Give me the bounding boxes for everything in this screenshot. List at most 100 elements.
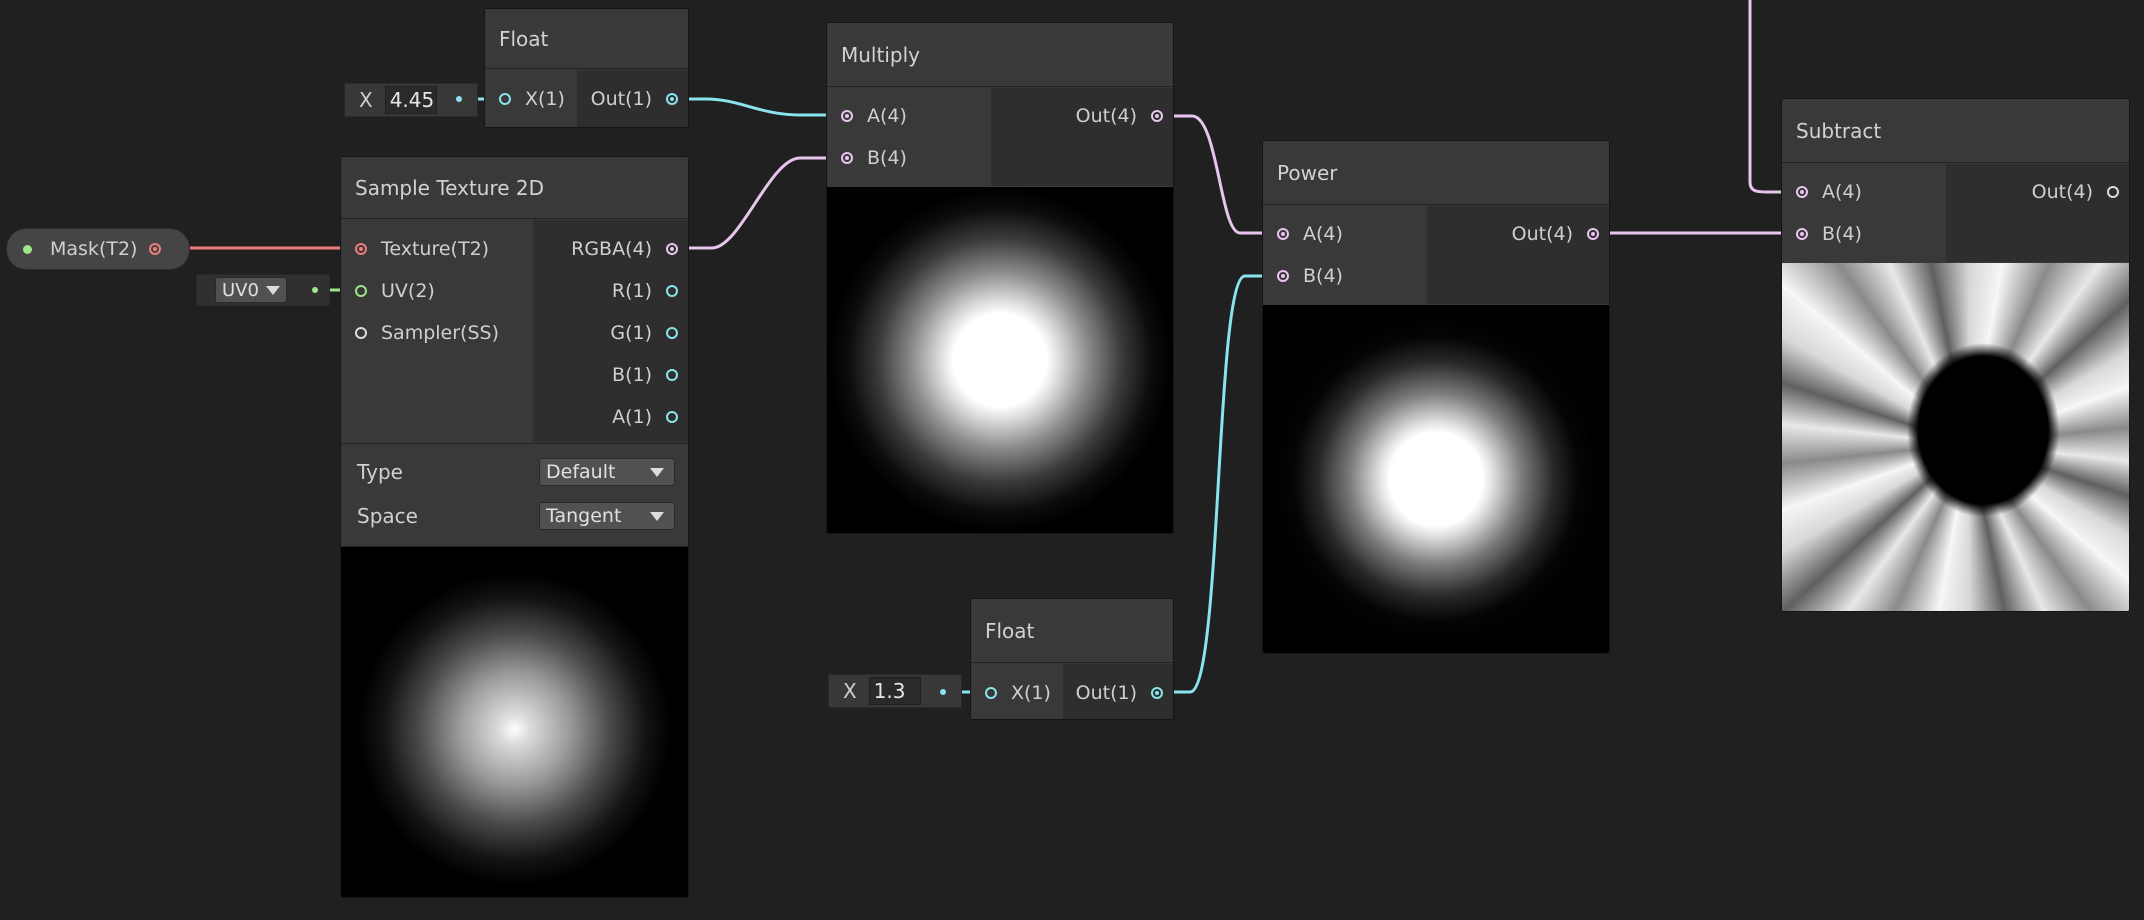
port-label: X(1): [1011, 682, 1051, 704]
output-port-out[interactable]: Out(4): [1511, 213, 1609, 255]
uv-field-connector-dot: [312, 287, 318, 293]
power-preview: [1263, 305, 1609, 653]
node-title: Multiply: [827, 23, 1173, 87]
port-dot: [666, 411, 678, 423]
output-column: Out(1): [1063, 664, 1173, 719]
input-port-uv[interactable]: UV(2): [341, 270, 435, 312]
port-label: UV(2): [381, 280, 435, 302]
port-dot: [666, 243, 678, 255]
space-value: Tangent: [546, 505, 622, 527]
space-label: Space: [357, 504, 418, 528]
x-value-input[interactable]: 1.3: [868, 677, 921, 705]
port-dot: [1151, 110, 1163, 122]
port-label: B(4): [1303, 265, 1343, 287]
type-value: Default: [546, 461, 616, 483]
chevron-down-icon: [266, 286, 280, 295]
port-label: Out(4): [1075, 105, 1137, 127]
input-port-a[interactable]: A(4): [827, 95, 907, 137]
port-label: B(1): [612, 364, 652, 386]
input-port-b[interactable]: B(4): [827, 137, 907, 179]
port-dot: [666, 285, 678, 297]
port-dot: [985, 687, 997, 699]
input-column: A(4) B(4): [827, 88, 991, 186]
wire-rgba-to-multiply-b[interactable]: [667, 156, 846, 250]
texture-preview: [341, 547, 688, 897]
port-dot: [499, 93, 511, 105]
output-port-r[interactable]: R(1): [611, 270, 688, 312]
wire-float-to-multiply-a[interactable]: [667, 97, 846, 117]
output-port-b[interactable]: B(1): [612, 354, 688, 396]
output-port-out[interactable]: Out(4): [1075, 95, 1173, 137]
output-port-out[interactable]: Out(4): [2032, 171, 2129, 213]
input-port-a[interactable]: A(4): [1263, 213, 1343, 255]
port-label: A(4): [867, 105, 907, 127]
port-dot: [355, 243, 367, 255]
chevron-down-icon: [650, 468, 664, 477]
input-port-b[interactable]: B(4): [1782, 213, 1862, 255]
float-node-top[interactable]: Float X(1) Out(1): [484, 8, 689, 128]
property-label: Mask(T2): [50, 238, 138, 260]
port-dot: [355, 285, 367, 297]
port-dot: [1796, 228, 1808, 240]
output-column: Out(4): [1946, 164, 2129, 262]
type-dropdown[interactable]: Default: [539, 458, 675, 486]
node-title: Sample Texture 2D: [341, 157, 688, 219]
input-column: X(1): [971, 664, 1063, 719]
chevron-down-icon: [650, 512, 664, 521]
port-dot: [2107, 186, 2119, 198]
port-label: A(4): [1303, 223, 1343, 245]
port-label: Sampler(SS): [381, 322, 499, 344]
float-bottom-field-dot: [940, 689, 946, 695]
subtract-node[interactable]: Subtract A(4) B(4) Out(4): [1781, 98, 2130, 612]
output-port-a[interactable]: A(1): [612, 396, 688, 438]
subtract-preview: [1782, 263, 2129, 611]
port-label: RGBA(4): [571, 238, 652, 260]
port-dot: [355, 327, 367, 339]
output-column: Out(4): [991, 88, 1173, 186]
uv-channel-dropdown[interactable]: UV0: [215, 277, 287, 303]
output-port-rgba[interactable]: RGBA(4): [571, 228, 688, 270]
x-value-input[interactable]: 4.45: [384, 86, 437, 114]
port-dot: [841, 152, 853, 164]
port-dot: [841, 110, 853, 122]
float-node-bottom[interactable]: Float X(1) Out(1): [970, 598, 1174, 720]
input-port-x[interactable]: X(1): [485, 78, 565, 120]
x-label: X: [843, 679, 857, 703]
port-dot: [666, 369, 678, 381]
uv-channel-value: UV0: [222, 279, 259, 301]
input-port-texture[interactable]: Texture(T2): [341, 228, 489, 270]
input-column: Texture(T2) UV(2) Sampler(SS): [341, 220, 533, 442]
space-dropdown[interactable]: Tangent: [539, 502, 675, 530]
input-port-x[interactable]: X(1): [971, 672, 1051, 714]
input-port-sampler[interactable]: Sampler(SS): [341, 312, 499, 354]
sample-texture-2d-node[interactable]: Sample Texture 2D Texture(T2) UV(2) Samp…: [340, 156, 689, 898]
output-column: Out(4): [1427, 206, 1609, 304]
port-label: X(1): [525, 88, 565, 110]
mask-property-node[interactable]: Mask(T2): [6, 228, 190, 270]
x-label: X: [359, 88, 373, 112]
output-column: Out(1): [577, 70, 688, 127]
uv-inline-field: UV0: [196, 274, 330, 306]
port-dot: [1587, 228, 1599, 240]
input-column: A(4) B(4): [1782, 164, 1946, 262]
node-title: Float: [485, 9, 688, 69]
input-port-a[interactable]: A(4): [1782, 171, 1862, 213]
output-port-g[interactable]: G(1): [610, 312, 688, 354]
output-port-out[interactable]: Out(1): [590, 78, 688, 120]
property-output-port[interactable]: [149, 243, 162, 255]
port-label: A(1): [612, 406, 652, 428]
input-port-b[interactable]: B(4): [1263, 255, 1343, 297]
multiply-preview: [827, 187, 1173, 533]
output-port-out[interactable]: Out(1): [1076, 672, 1173, 714]
multiply-node[interactable]: Multiply A(4) B(4) Out(4): [826, 22, 1174, 534]
port-dot: [1277, 228, 1289, 240]
node-title: Power: [1263, 141, 1609, 205]
port-label: R(1): [611, 280, 652, 302]
float-top-field-dot: [456, 96, 462, 102]
node-title: Subtract: [1782, 99, 2129, 163]
node-title: Float: [971, 599, 1173, 663]
port-dot: [1151, 687, 1163, 699]
power-node[interactable]: Power A(4) B(4) Out(4): [1262, 140, 1610, 654]
port-label: Out(4): [1511, 223, 1573, 245]
port-label: Out(1): [590, 88, 652, 110]
